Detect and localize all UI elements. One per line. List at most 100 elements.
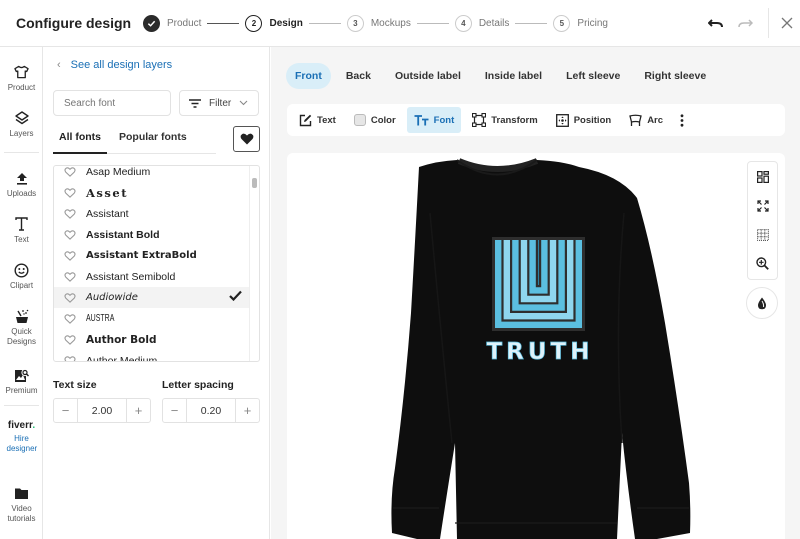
expand-icon (756, 199, 769, 212)
rail-item-layers[interactable]: Layers (0, 110, 43, 139)
step-connector (207, 22, 240, 24)
view-tab-back[interactable]: Back (337, 63, 380, 89)
letter-spacing-increase-button[interactable]: + (236, 399, 259, 422)
tool-font[interactable]: Font (406, 107, 462, 133)
search-font-input[interactable] (53, 90, 171, 116)
font-list-item[interactable]: Author Medium (54, 350, 250, 362)
see-all-layers-link[interactable]: ‹ See all design layers (57, 59, 172, 71)
step-design[interactable]: 2 Design (245, 14, 303, 32)
font-list-item[interactable]: Audiowide (54, 287, 250, 308)
hire-designer-link[interactable]: fiverr. Hire designer (0, 420, 43, 454)
tab-all-fonts[interactable]: All fonts (53, 126, 107, 154)
rail-item-quick-designs[interactable]: Quick Designs (0, 308, 43, 347)
tool-arc[interactable]: Arc (622, 107, 670, 133)
layout-toggle-button[interactable] (748, 162, 777, 191)
step-number: 4 (454, 14, 472, 32)
rail-label: Text (14, 235, 29, 244)
heart-outline-icon[interactable] (64, 271, 78, 282)
font-name: Asap Medium (86, 165, 151, 178)
step-connector (416, 22, 449, 24)
step-mockups[interactable]: 3 Mockups (346, 14, 411, 32)
fit-to-area-button[interactable] (748, 191, 777, 220)
design-canvas[interactable]: TRUTH (287, 153, 785, 539)
filter-dropdown[interactable]: Filter (179, 90, 259, 116)
heart-outline-icon[interactable] (64, 355, 78, 361)
chevron-down-icon (239, 98, 248, 108)
more-options-button[interactable] (674, 107, 695, 133)
scrollbar-thumb[interactable] (252, 178, 257, 188)
rail-item-video-tutorials[interactable]: Video tutorials (0, 485, 43, 524)
step-number: 2 (245, 14, 263, 32)
font-list-item[interactable]: Asap Medium (54, 165, 250, 182)
step-details[interactable]: 4 Details (454, 14, 509, 32)
redo-button[interactable] (735, 13, 755, 33)
text-size-value[interactable]: 2.00 (77, 399, 127, 422)
heart-outline-icon[interactable] (64, 229, 78, 240)
grid-layout-icon (756, 170, 769, 183)
color-swatch-icon (353, 114, 366, 126)
heart-outline-icon[interactable] (64, 292, 78, 303)
font-name: Assistant Semibold (86, 270, 176, 283)
tab-popular-fonts[interactable]: Popular fonts (113, 126, 193, 153)
font-list-scrollbar[interactable] (249, 166, 259, 361)
step-product[interactable]: Product (143, 14, 201, 32)
font-name: Author Medium (86, 354, 158, 362)
grid-toggle-button[interactable] (748, 220, 777, 249)
filter-icon (189, 98, 201, 108)
step-connector (515, 22, 548, 24)
filter-label: Filter (209, 97, 232, 109)
rail-item-product[interactable]: Product (0, 64, 43, 93)
view-tab-left-sleeve[interactable]: Left sleeve (557, 63, 629, 89)
rail-item-text[interactable]: Text (0, 216, 43, 245)
font-list-item[interactable]: Assistant ExtraBold (54, 245, 250, 266)
heart-outline-icon[interactable] (64, 187, 78, 198)
zoom-in-button[interactable] (748, 249, 777, 278)
canvas-side-toolbar (747, 161, 778, 280)
design-text[interactable]: TRUTH (486, 339, 593, 366)
view-tab-outside-label[interactable]: Outside label (386, 63, 470, 89)
folder-icon (15, 488, 28, 499)
font-list: Asap Medium Asset Assistant Assistant Bold A… (53, 165, 260, 362)
tool-text[interactable]: Text (292, 107, 343, 133)
font-list-item[interactable]: Assistant Semibold (54, 266, 250, 287)
close-button[interactable] (777, 13, 797, 33)
view-tab-inside-label[interactable]: Inside label (476, 63, 551, 89)
rail-item-premium[interactable]: Premium (0, 367, 43, 396)
zoom-in-icon (756, 257, 769, 270)
heart-outline-icon[interactable] (64, 334, 78, 345)
text-size-decrease-button[interactable]: − (54, 399, 77, 422)
back-link-label: See all design layers (70, 59, 173, 71)
rail-item-uploads[interactable]: Uploads (0, 170, 43, 199)
undo-button[interactable] (706, 13, 726, 33)
step-pricing[interactable]: 5 Pricing (553, 14, 608, 32)
letter-spacing-value[interactable]: 0.20 (186, 399, 236, 422)
heart-outline-icon[interactable] (64, 250, 78, 261)
tool-label: Transform (491, 114, 538, 126)
heart-outline-icon[interactable] (64, 313, 78, 324)
text-size-increase-button[interactable]: + (127, 399, 150, 422)
rail-item-clipart[interactable]: Clipart (0, 262, 43, 291)
font-name: Audiowide (86, 292, 138, 303)
upload-icon (16, 172, 27, 185)
edit-text-icon (299, 114, 312, 126)
tool-transform[interactable]: Transform (465, 107, 544, 133)
font-list-item[interactable]: Assistant Bold (54, 224, 250, 245)
font-list-item[interactable]: Assistant (54, 203, 250, 224)
page-title: Configure design (16, 15, 132, 31)
tool-position[interactable]: Position (549, 107, 618, 133)
ink-color-button[interactable] (746, 287, 778, 319)
heart-outline-icon[interactable] (64, 166, 78, 177)
truth-logo-graphic[interactable]: TRUTH (486, 237, 593, 365)
font-list-item[interactable]: Author Bold (54, 329, 250, 350)
heart-outline-icon[interactable] (64, 208, 78, 219)
tool-color[interactable]: Color (347, 107, 403, 133)
letter-spacing-decrease-button[interactable]: − (163, 399, 186, 422)
arc-icon (629, 114, 642, 126)
logo-core (538, 240, 539, 285)
favorites-button[interactable] (233, 126, 260, 152)
view-tab-right-sleeve[interactable]: Right sleeve (635, 63, 715, 89)
font-list-item[interactable]: Asset (54, 182, 250, 203)
font-list-item[interactable]: AUSTRA (54, 308, 250, 329)
view-tab-front[interactable]: Front (286, 63, 331, 89)
rail-label: Uploads (6, 189, 37, 198)
